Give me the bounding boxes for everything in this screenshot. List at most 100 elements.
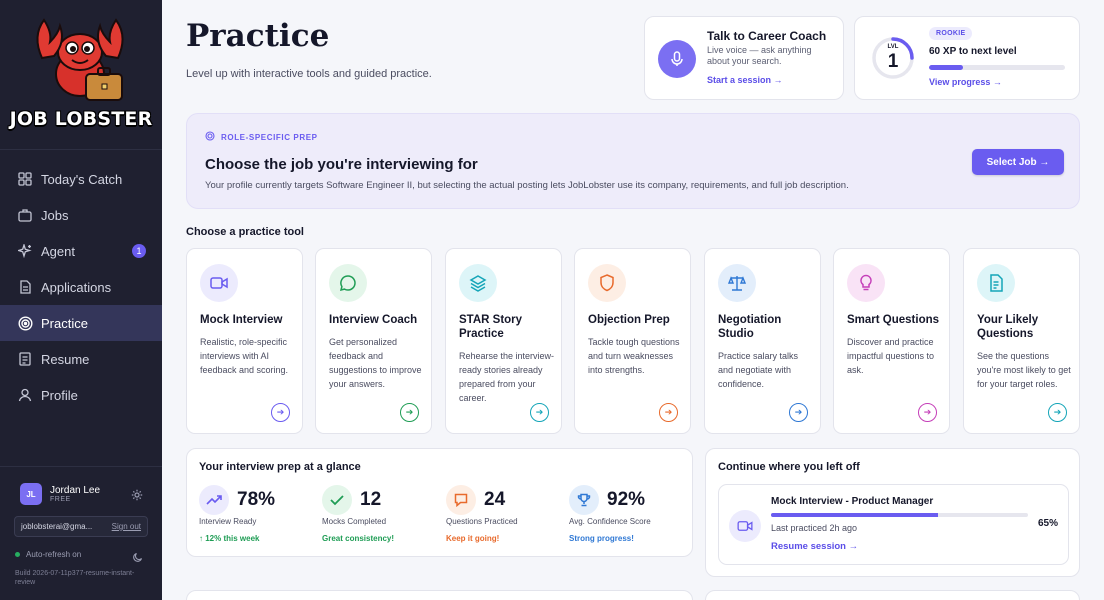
career-coach-card[interactable]: Talk to Career Coach Live voice — ask an…	[644, 16, 844, 100]
sidebar-item-label: Jobs	[41, 207, 69, 223]
tool-title: Negotiation Studio	[718, 314, 782, 340]
trophy-icon	[569, 485, 599, 515]
tool-description: Discover and practice impactful question…	[847, 337, 935, 375]
sidebar-item-practice[interactable]: Practice	[0, 305, 162, 341]
sidebar-item-profile[interactable]: Profile	[0, 377, 162, 413]
sidebar-item-label: Resume	[41, 351, 90, 367]
stat-value: 12	[360, 489, 382, 510]
sidebar-item-jobs[interactable]: Jobs	[0, 197, 162, 233]
arrow-right-icon[interactable]: ➔	[1048, 403, 1067, 422]
level-label: LVL	[887, 44, 899, 50]
page-subtitle: Level up with interactive tools and guid…	[186, 68, 432, 80]
file-icon	[17, 351, 33, 367]
stat-value: 24	[484, 489, 506, 510]
page-title: Practice	[186, 18, 330, 54]
tool-card-objection-prep[interactable]: Objection Prep Tackle tough questions an…	[574, 248, 691, 434]
tool-card-negotiation-studio[interactable]: Negotiation Studio Practice salary talks…	[704, 248, 821, 434]
tool-title: Your Likely Questions	[977, 314, 1039, 340]
lower-card-left	[186, 590, 693, 600]
tool-title: Objection Prep	[588, 314, 670, 326]
brand-wordmark: JOB LOBSTER	[9, 108, 153, 130]
continue-title: Continue where you left off	[718, 461, 860, 473]
session-progress-bar	[771, 513, 1028, 517]
sidebar-item-agent[interactable]: Agent 1	[0, 233, 162, 269]
sidebar-item-resume[interactable]: Resume	[0, 341, 162, 377]
sidebar-footer: JL Jordan Lee FREE joblobsterai@gma... S…	[0, 466, 162, 600]
tool-card-likely-questions[interactable]: Your Likely Questions See the questions …	[963, 248, 1080, 434]
arrow-right-icon[interactable]: ➔	[659, 403, 678, 422]
session-progress-fill	[771, 513, 939, 517]
arrow-right-icon[interactable]: ➔	[918, 403, 937, 422]
prep-tag: ROLE-SPECIFIC PREP	[205, 131, 318, 143]
auto-refresh-label: Auto-refresh on	[26, 550, 82, 559]
practice-tools: Mock Interview Realistic, role-specific …	[186, 248, 1080, 434]
continue-card: Continue where you left off Mock Intervi…	[705, 448, 1080, 577]
lightbulb-icon	[847, 264, 885, 302]
gear-icon[interactable]	[131, 488, 143, 506]
stat-label: Questions Practiced	[446, 517, 518, 526]
sidebar-item-label: Agent	[41, 243, 75, 259]
brand-logo[interactable]: JOB LOBSTER	[0, 0, 162, 150]
user-account[interactable]: JL Jordan Lee FREE	[20, 483, 100, 505]
view-progress-link[interactable]: View progress →	[929, 77, 1002, 87]
scales-icon	[718, 264, 756, 302]
recent-session-card[interactable]: Mock Interview - Product Manager 65% Las…	[718, 484, 1069, 565]
build-info: Build 2026-07-11p377-resume-instant-revi…	[15, 570, 135, 586]
stat-value: 92%	[607, 489, 646, 510]
xp-progress-fill	[929, 65, 963, 70]
arrow-right-icon[interactable]: ➔	[789, 403, 808, 422]
video-camera-icon	[729, 510, 761, 542]
sidebar: JOB LOBSTER Today's Catch Jobs Agent 1 A…	[0, 0, 162, 600]
briefcase-icon	[17, 207, 33, 223]
tool-title: Interview Coach	[329, 314, 418, 326]
arrow-right-icon[interactable]: ➔	[400, 403, 419, 422]
resume-session-link[interactable]: Resume session →	[771, 541, 858, 552]
tools-heading: Choose a practice tool	[186, 226, 304, 238]
glance-title: Your interview prep at a glance	[199, 461, 361, 473]
stat-note: ↑ 12% this week	[199, 534, 260, 543]
lobster-logo-icon	[36, 18, 124, 101]
stat-label: Interview Ready	[199, 517, 257, 526]
sidebar-item-label: Profile	[41, 387, 78, 403]
tool-card-interview-coach[interactable]: Interview Coach Get personalized feedbac…	[315, 248, 432, 434]
sidebar-item-label: Today's Catch	[41, 171, 123, 187]
stat-interview-ready: 78% Interview Ready ↑ 12% this week	[199, 485, 323, 550]
lower-card-right	[705, 590, 1080, 600]
tool-description: Tackle tough questions and turn weakness…	[588, 337, 680, 375]
tool-card-smart-questions[interactable]: Smart Questions Discover and practice im…	[833, 248, 950, 434]
arrow-right-icon[interactable]: ➔	[530, 403, 549, 422]
stat-questions-practiced: 24 Questions Practiced Keep it going!	[446, 485, 570, 550]
arrow-right-icon[interactable]: ➔	[271, 403, 290, 422]
document-list-icon	[977, 264, 1015, 302]
sidebar-item-todays-catch[interactable]: Today's Catch	[0, 161, 162, 197]
sidebar-item-label: Practice	[41, 315, 88, 331]
coach-description: Live voice — ask anything about your sea…	[707, 45, 812, 66]
session-title: Mock Interview - Product Manager	[771, 496, 934, 507]
tool-description: Rehearse the interview-ready stories alr…	[459, 351, 555, 403]
auto-refresh-status: Auto-refresh on	[15, 550, 81, 559]
status-dot	[15, 552, 20, 557]
tool-description: Practice salary talks and negotiate with…	[718, 351, 799, 389]
xp-progress-bar	[929, 65, 1065, 70]
select-job-button[interactable]: Select Job →	[972, 149, 1064, 175]
tool-card-mock-interview[interactable]: Mock Interview Realistic, role-specific …	[186, 248, 303, 434]
tool-description: Get personalized feedback and suggestion…	[329, 337, 422, 389]
target-icon	[17, 315, 33, 331]
layers-icon	[459, 264, 497, 302]
prep-description: Your profile currently targets Software …	[205, 180, 849, 191]
target-icon	[205, 131, 215, 143]
sidebar-item-applications[interactable]: Applications	[0, 269, 162, 305]
start-session-link[interactable]: Start a session →	[707, 75, 783, 85]
stat-note: Keep it going!	[446, 534, 500, 543]
sidebar-nav: Today's Catch Jobs Agent 1 Applications …	[0, 161, 162, 413]
level-number: 1	[887, 51, 899, 72]
tool-card-star-story[interactable]: STAR Story Practice Rehearse the intervi…	[445, 248, 562, 434]
trend-up-icon	[199, 485, 229, 515]
tool-description: See the questions you're most likely to …	[977, 351, 1071, 389]
tool-title: STAR Story Practice	[459, 314, 523, 340]
xp-remaining: 60 XP to next level	[929, 46, 1017, 57]
moon-icon[interactable]	[133, 549, 143, 567]
grid-icon	[17, 171, 33, 187]
sign-out-link[interactable]: Sign out	[112, 522, 141, 531]
user-plan: FREE	[50, 496, 71, 503]
